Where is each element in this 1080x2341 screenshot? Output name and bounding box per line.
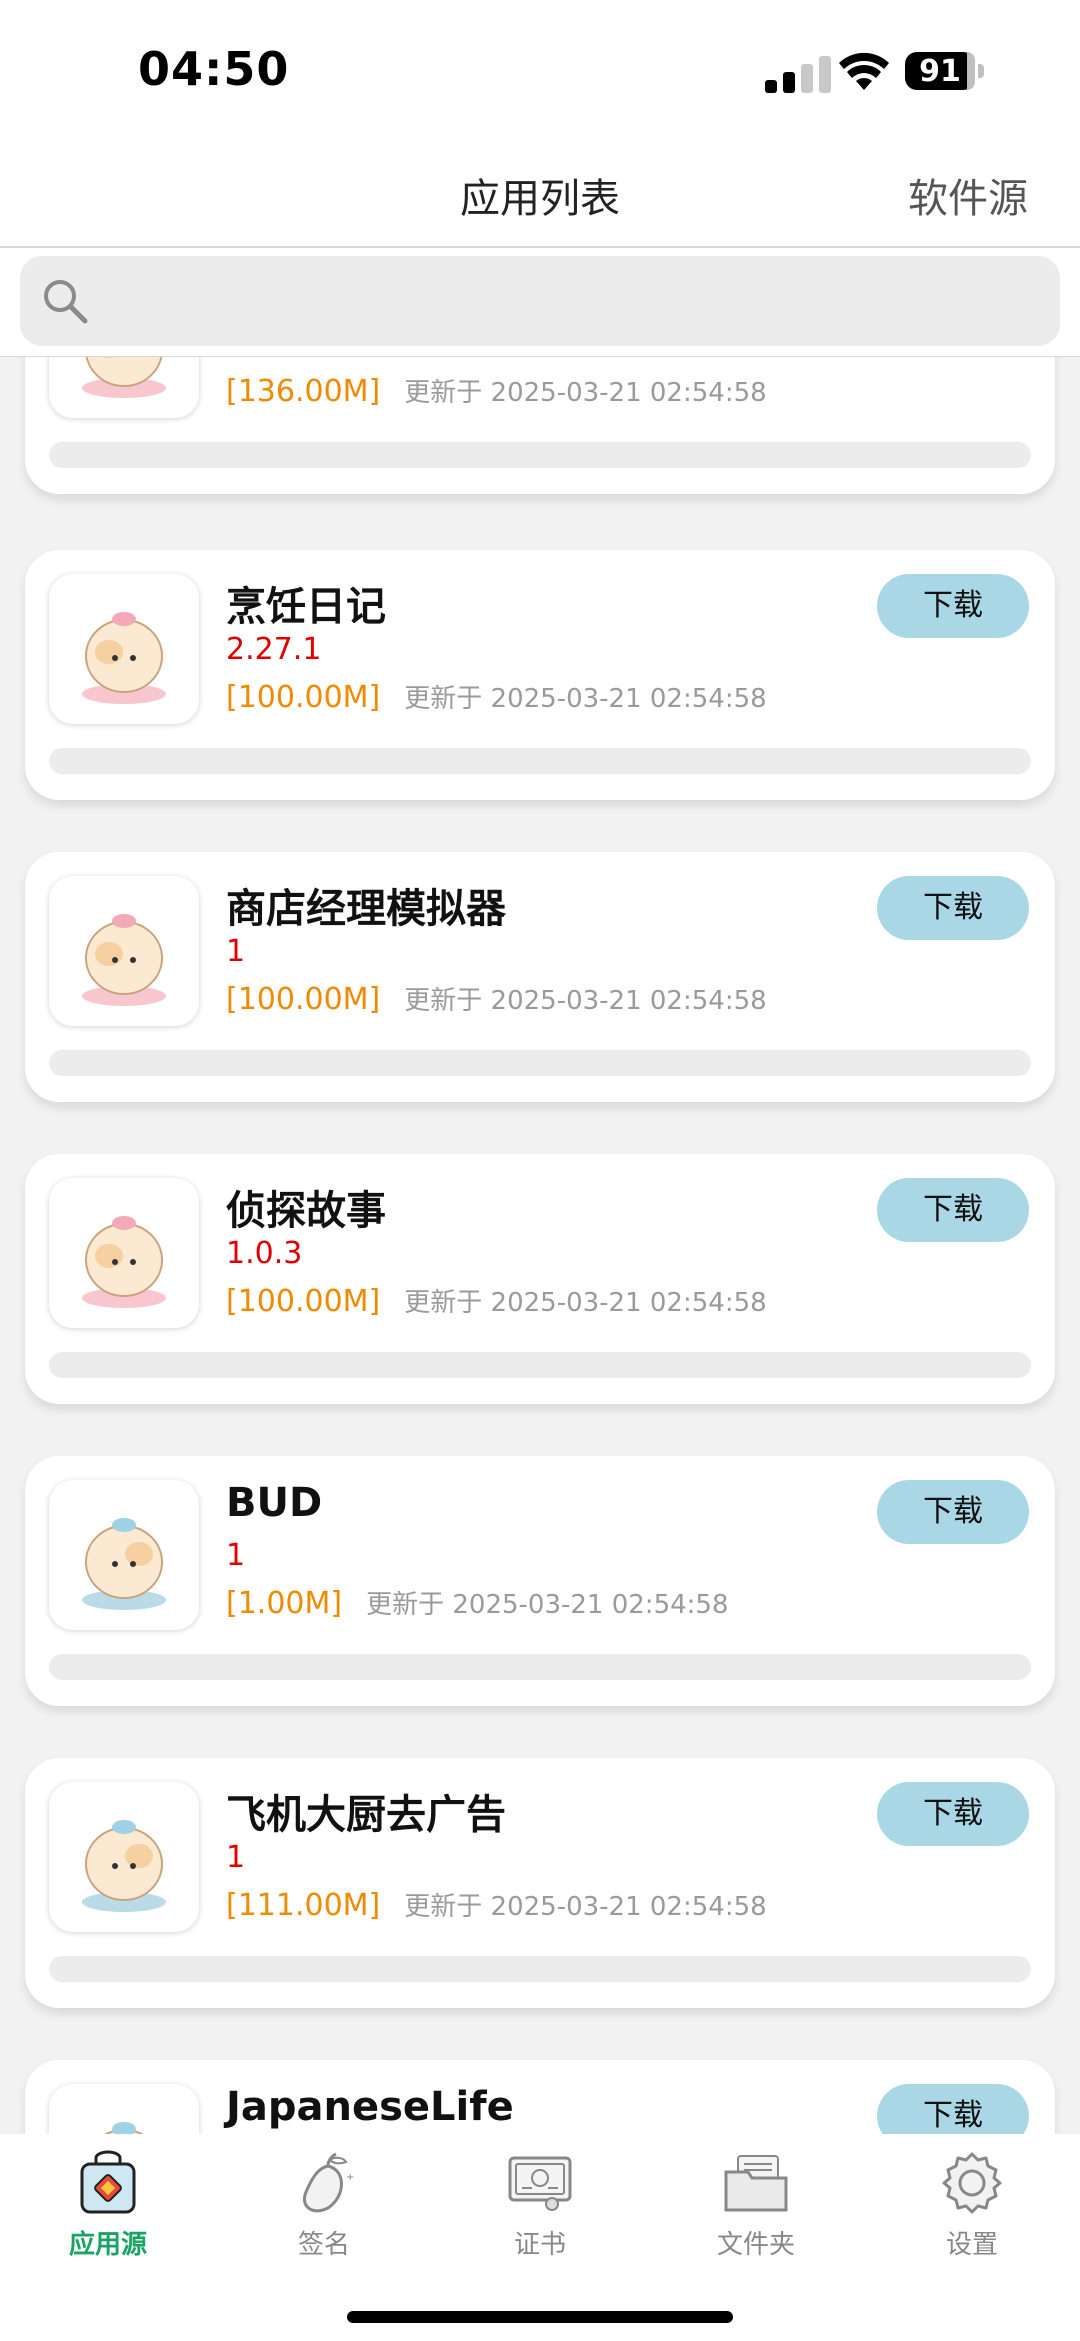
app-size: [111.00M] xyxy=(226,1888,381,1923)
battery-icon: 91 xyxy=(905,52,985,92)
tab-label: 文件夹 xyxy=(716,2230,795,2260)
signature-fruit-icon: + xyxy=(303,2152,354,2213)
app-name: BUD xyxy=(226,1480,323,1526)
app-updated: 更新于 2025-03-21 02:54:58 xyxy=(404,986,767,1016)
app-icon xyxy=(49,1782,199,1932)
app-card: 飞机大厨去广告 1 [111.00M] 更新于 2025-03-21 02:54:… xyxy=(25,1758,1055,2008)
status-bar: 04:50 91 xyxy=(0,0,1080,140)
app-icon xyxy=(49,2084,199,2134)
app-meta: [111.00M] 更新于 2025-03-21 02:54:58 xyxy=(226,1886,767,1923)
tab-settings[interactable]: 设置 xyxy=(864,2150,1080,2270)
app-meta: [100.00M] 更新于 2025-03-21 02:54:58 xyxy=(226,980,767,1017)
app-icon xyxy=(49,1178,199,1328)
app-card: JapaneseLife 下载 xyxy=(25,2060,1055,2134)
tab-app-source[interactable]: 应用源 xyxy=(0,2150,216,2270)
app-name: 飞机大厨去广告 xyxy=(226,1792,506,1838)
download-button[interactable]: 下载 xyxy=(877,1480,1029,1544)
app-icon xyxy=(49,1480,199,1630)
app-version: 1 xyxy=(226,934,246,969)
download-button[interactable]: 下载 xyxy=(877,2084,1029,2134)
download-button[interactable]: 下载 xyxy=(877,1178,1029,1242)
search-bar-container xyxy=(0,248,1080,357)
app-icon xyxy=(49,356,199,418)
app-size: [100.00M] xyxy=(226,982,381,1017)
tab-folder[interactable]: 文件夹 xyxy=(648,2150,864,2270)
app-meta: [1.00M] 更新于 2025-03-21 02:54:58 xyxy=(226,1584,729,1621)
app-meta: [100.00M] 更新于 2025-03-21 02:54:58 xyxy=(226,1282,767,1319)
app-card: 商店经理模拟器 1 [100.00M] 更新于 2025-03-21 02:54:… xyxy=(25,852,1055,1102)
app-updated: 更新于 2025-03-21 02:54:58 xyxy=(404,1892,767,1922)
app-updated: 更新于 2025-03-21 02:54:58 xyxy=(404,1288,767,1318)
app-updated: 更新于 2025-03-21 02:54:58 xyxy=(404,684,767,714)
download-progress-bar xyxy=(49,1956,1031,1982)
search-icon xyxy=(44,280,88,324)
app-card: 侦探故事 1.0.3 [100.00M] 更新于 2025-03-21 02:54… xyxy=(25,1154,1055,1404)
home-indicator[interactable] xyxy=(347,2311,733,2323)
app-meta: [136.00M] 更新于 2025-03-21 02:54:58 xyxy=(226,372,767,409)
app-name: 侦探故事 xyxy=(226,1188,386,1234)
search-input[interactable] xyxy=(110,256,1034,348)
certificate-icon xyxy=(508,2156,572,2211)
download-progress-bar xyxy=(49,1654,1031,1680)
gear-icon xyxy=(942,2152,1002,2214)
tab-label: 签名 xyxy=(297,2230,350,2260)
app-list[interactable]: 1 [136.00M] 更新于 2025-03-21 02:54:58 烹饪日记 … xyxy=(0,356,1080,2134)
tab-label: 设置 xyxy=(945,2230,998,2260)
download-progress-bar xyxy=(49,748,1031,774)
app-card: BUD 1 [1.00M] 更新于 2025-03-21 02:54:58 下载 xyxy=(25,1456,1055,1706)
app-name: 烹饪日记 xyxy=(226,584,386,630)
app-version: 1 xyxy=(226,1840,246,1875)
app-meta: [100.00M] 更新于 2025-03-21 02:54:58 xyxy=(226,678,767,715)
search-bar[interactable] xyxy=(20,256,1060,348)
download-progress-bar xyxy=(49,442,1031,468)
app-icon xyxy=(49,876,199,1026)
software-source-button[interactable]: 软件源 xyxy=(908,166,1028,224)
download-progress-bar xyxy=(49,1352,1031,1378)
app-version: 1 xyxy=(226,1538,246,1573)
app-updated: 更新于 2025-03-21 02:54:58 xyxy=(366,1590,729,1620)
tab-label: 应用源 xyxy=(68,2230,147,2260)
download-button[interactable]: 下载 xyxy=(877,574,1029,638)
folder-icon xyxy=(724,2155,788,2212)
tab-signature[interactable]: + 签名 xyxy=(216,2150,432,2270)
app-size: [100.00M] xyxy=(226,680,381,715)
navigation-bar: 应用列表 软件源 xyxy=(0,140,1080,248)
app-version: 2.27.1 xyxy=(226,632,322,667)
app-updated: 更新于 2025-03-21 02:54:58 xyxy=(404,378,767,408)
tab-label: 证书 xyxy=(513,2230,566,2260)
download-progress-bar xyxy=(49,1050,1031,1076)
app-card: 烹饪日记 2.27.1 [100.00M] 更新于 2025-03-21 02:5… xyxy=(25,550,1055,800)
wifi-icon xyxy=(839,52,889,90)
status-time: 04:50 xyxy=(138,42,290,96)
app-name: 商店经理模拟器 xyxy=(226,886,506,932)
app-size: [1.00M] xyxy=(226,1586,343,1621)
battery-level: 91 xyxy=(919,53,961,89)
app-card: 1 [136.00M]更新于 2025-03-21 02:54:58 xyxy=(25,356,1055,494)
app-name: JapaneseLife xyxy=(226,2084,514,2130)
download-button[interactable]: 下载 xyxy=(877,1782,1029,1846)
app-size: [100.00M] xyxy=(226,1284,381,1319)
svg-text:+: + xyxy=(346,2172,354,2183)
app-icon xyxy=(49,574,199,724)
app-source-bag-icon xyxy=(80,2150,136,2214)
tab-certificate[interactable]: 证书 xyxy=(432,2150,648,2270)
app-version: 1.0.3 xyxy=(226,1236,303,1271)
tab-bar: 应用源 + 签名 证书 文件夹 设置 xyxy=(0,2134,1080,2341)
app-size: [136.00M] xyxy=(226,374,381,409)
download-button[interactable]: 下载 xyxy=(877,876,1029,940)
